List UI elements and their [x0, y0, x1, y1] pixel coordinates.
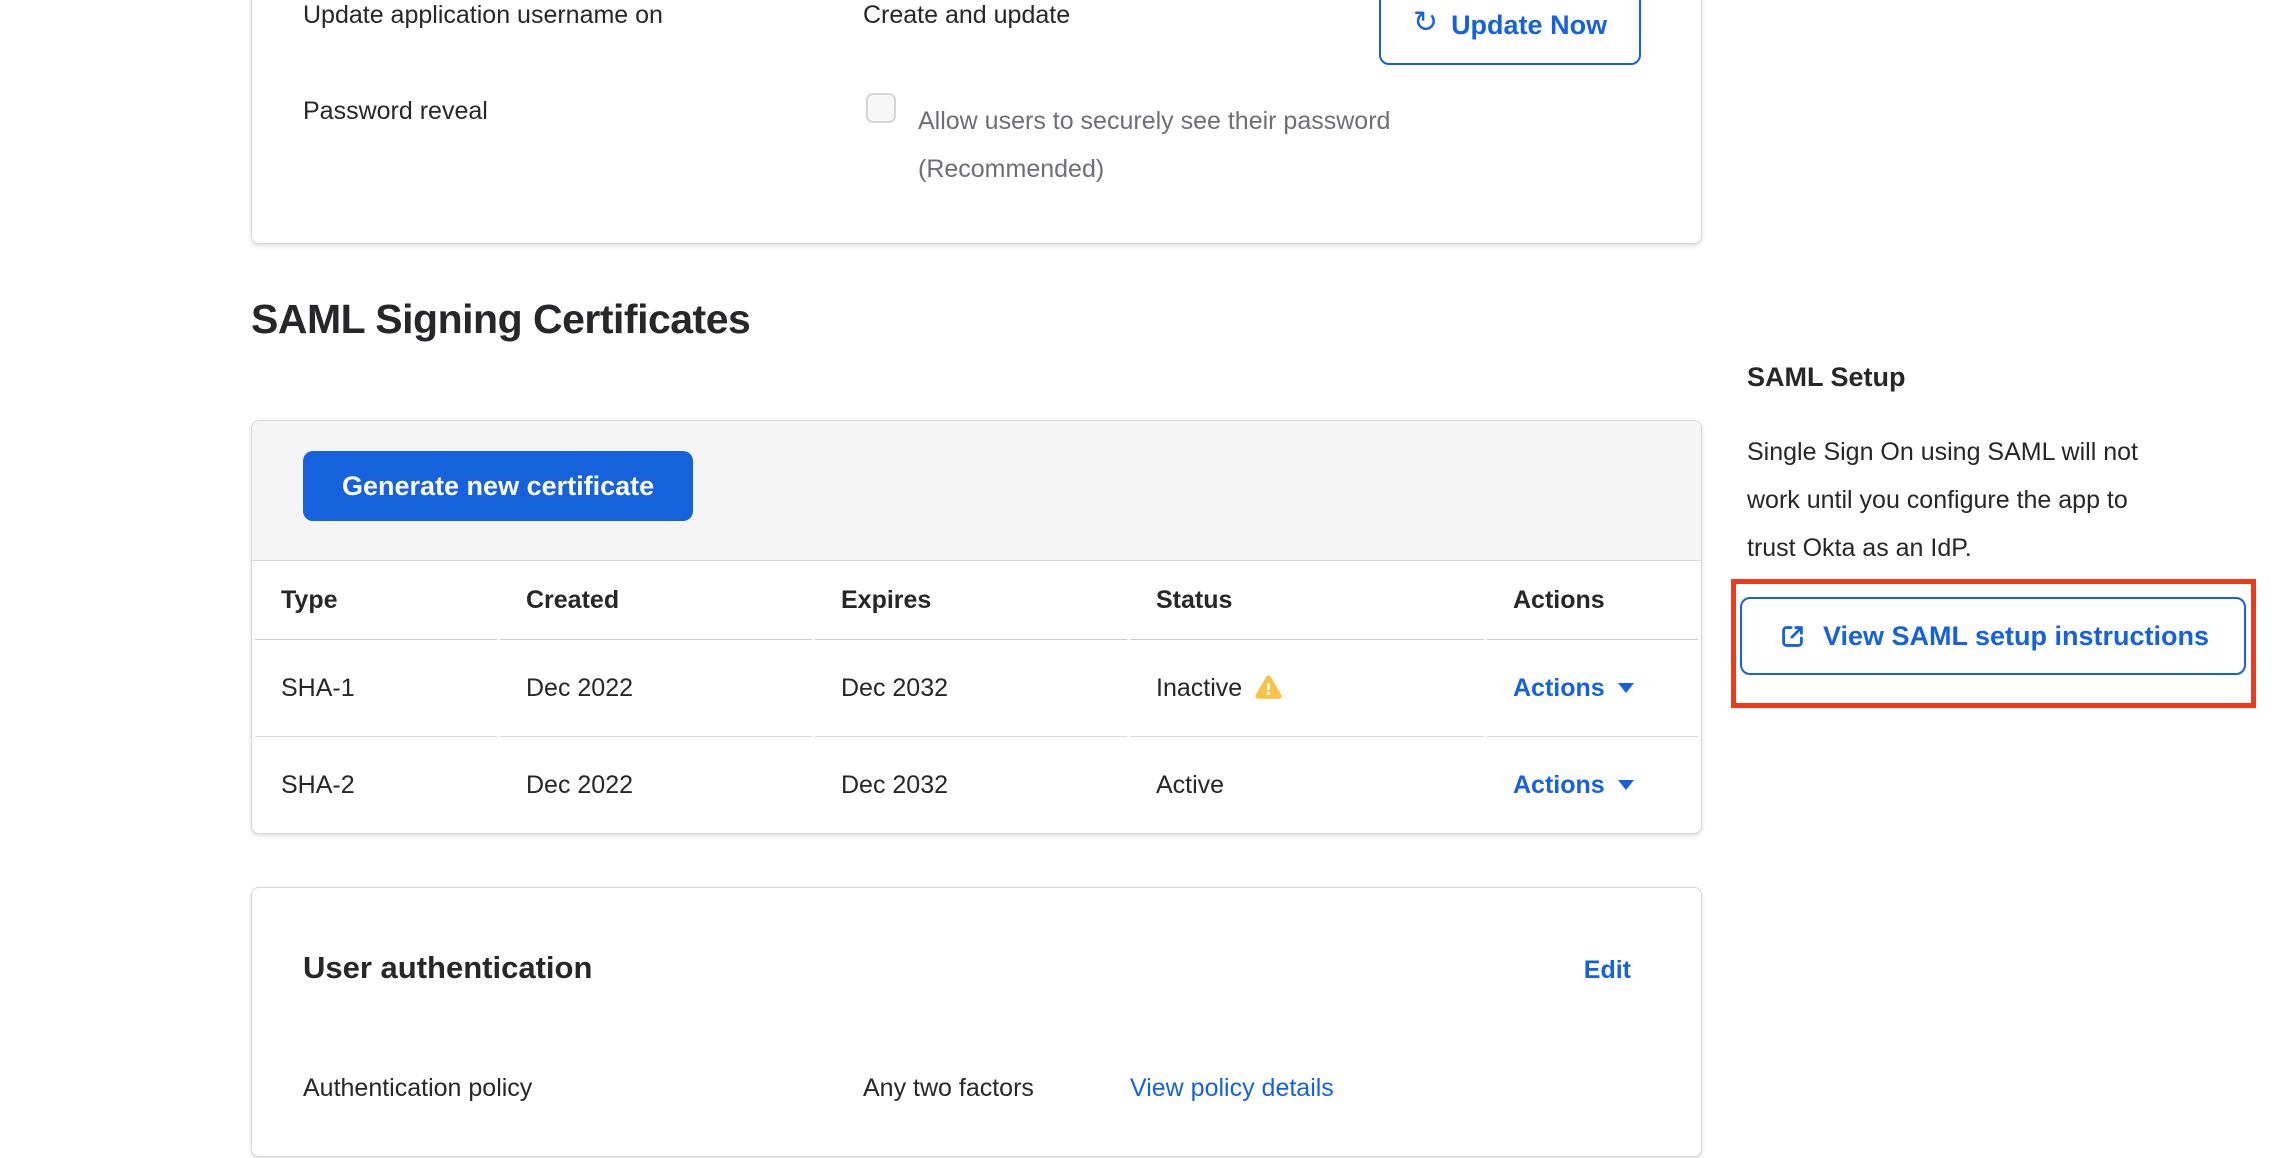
external-link-icon [1777, 621, 1808, 652]
refresh-icon: ↻ [1413, 8, 1438, 38]
status-text: Active [1156, 771, 1224, 800]
generate-certificate-button[interactable]: Generate new certificate [303, 451, 693, 521]
view-policy-details-link[interactable]: View policy details [1130, 1074, 1334, 1103]
cert-type-cell: SHA-1 [255, 640, 497, 737]
certificates-toolbar: Generate new certificate [252, 421, 1701, 561]
column-header-status: Status [1130, 562, 1484, 640]
column-header-expires: Expires [815, 562, 1127, 640]
saml-setup-description-line1: Single Sign On using SAML will not [1747, 428, 2138, 476]
account-settings-card: Update application username on Create an… [251, 0, 1702, 244]
edit-link[interactable]: Edit [1584, 956, 1631, 985]
user-authentication-title: User authentication [303, 950, 592, 986]
cert-status-cell: Inactive [1130, 640, 1484, 737]
status-text: Inactive [1156, 674, 1242, 703]
password-reveal-option-text: Allow users to securely see their passwo… [918, 97, 1390, 193]
table-header-row: Type Created Expires Status Actions [255, 562, 1698, 640]
authentication-policy-label: Authentication policy [303, 1074, 532, 1103]
saml-setup-description: Single Sign On using SAML will not work … [1747, 428, 2138, 572]
password-reveal-checkbox[interactable] [866, 93, 896, 123]
cert-created-cell: Dec 2022 [500, 640, 812, 737]
saml-setup-description-line3: trust Okta as an IdP. [1747, 524, 2138, 572]
actions-dropdown[interactable]: Actions [1513, 771, 1634, 800]
cert-type-cell: SHA-2 [255, 737, 497, 834]
saml-certificates-heading: SAML Signing Certificates [251, 296, 750, 343]
saml-setup-description-line2: work until you configure the app to [1747, 476, 2138, 524]
authentication-policy-value: Any two factors [863, 1074, 1034, 1103]
username-update-label: Update application username on [303, 1, 663, 30]
cert-expires-cell: Dec 2032 [815, 737, 1127, 834]
password-reveal-label: Password reveal [303, 97, 488, 126]
column-header-actions: Actions [1487, 562, 1698, 640]
certificates-table-wrap: Type Created Expires Status Actions SHA-… [252, 562, 1701, 834]
actions-label: Actions [1513, 674, 1605, 703]
update-now-button[interactable]: ↻ Update Now [1379, 0, 1641, 65]
caret-down-icon [1618, 780, 1634, 790]
caret-down-icon [1618, 683, 1634, 693]
saml-setup-title: SAML Setup [1747, 362, 1906, 393]
cert-status-cell: Active [1130, 737, 1484, 834]
cert-actions-cell: Actions [1487, 640, 1698, 737]
certificates-table: Type Created Expires Status Actions SHA-… [252, 562, 1701, 834]
certificates-card: Generate new certificate Type Created Ex… [251, 420, 1702, 834]
table-row: SHA-2 Dec 2022 Dec 2032 Active Actions [255, 737, 1698, 834]
cert-expires-cell: Dec 2032 [815, 640, 1127, 737]
actions-dropdown[interactable]: Actions [1513, 674, 1634, 703]
actions-label: Actions [1513, 771, 1605, 800]
column-header-type: Type [255, 562, 497, 640]
warning-icon [1255, 675, 1282, 701]
cert-actions-cell: Actions [1487, 737, 1698, 834]
column-header-created: Created [500, 562, 812, 640]
option-text-line2: (Recommended) [918, 145, 1390, 193]
option-text-line1: Allow users to securely see their passwo… [918, 97, 1390, 145]
cert-created-cell: Dec 2022 [500, 737, 812, 834]
update-now-label: Update Now [1451, 10, 1607, 41]
user-authentication-card: User authentication Edit Authentication … [251, 887, 1702, 1157]
view-saml-setup-instructions-button[interactable]: View SAML setup instructions [1740, 597, 2246, 675]
table-row: SHA-1 Dec 2022 Dec 2032 Inactive [255, 640, 1698, 737]
view-saml-setup-instructions-label: View SAML setup instructions [1823, 621, 2209, 652]
username-update-value: Create and update [863, 1, 1070, 30]
